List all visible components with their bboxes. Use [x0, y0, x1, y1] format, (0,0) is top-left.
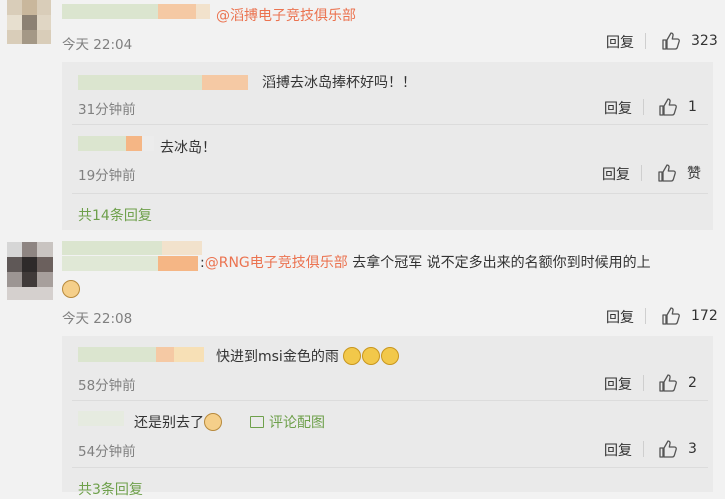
thumbs-up-icon [658, 373, 678, 393]
avatar[interactable] [7, 0, 51, 44]
more-replies-link[interactable]: 共3条回复 [78, 479, 143, 499]
like-count: 2 [688, 375, 697, 391]
username-blurred[interactable] [78, 411, 124, 426]
divider [72, 400, 708, 401]
reply-body: 快进到msi金色的雨 [216, 349, 339, 365]
comment-text: :@RNG电子竞技俱乐部 去拿个冠军 说不定多出来的名额你到时候用的上 [200, 252, 651, 272]
username-blurred [174, 347, 204, 362]
mention-link[interactable]: @RNG电子竞技俱乐部 [205, 255, 348, 271]
reply-text: 快进到msi金色的雨 [216, 346, 400, 366]
avatar[interactable] [7, 242, 53, 300]
crying-emoji-icon [381, 347, 400, 365]
thumbs-up-icon [661, 31, 681, 51]
username-blurred [156, 347, 174, 362]
username-blurred[interactable] [62, 4, 158, 19]
mention-link[interactable]: @滔搏电子竞技俱乐部 [216, 5, 356, 25]
like-button[interactable]: 2 [658, 373, 697, 393]
reply-text: 去冰岛！ [160, 140, 216, 156]
divider [72, 124, 708, 125]
like-count: 3 [688, 441, 697, 457]
doge-emoji-icon [62, 280, 81, 298]
username-blurred [126, 136, 142, 151]
like-button[interactable]: 323 [661, 31, 718, 51]
divider [641, 165, 642, 181]
doge-emoji-icon [204, 413, 222, 431]
reply-timestamp: 31分钟前 [78, 102, 136, 118]
reply-timestamp: 58分钟前 [78, 378, 136, 394]
like-count: 323 [691, 33, 718, 49]
username-blurred[interactable] [78, 136, 126, 151]
thumbs-up-icon [661, 306, 681, 326]
thumbs-up-icon [657, 163, 677, 183]
reply-button[interactable]: 回复 [604, 374, 632, 394]
image-icon [250, 416, 264, 428]
more-replies-link[interactable]: 共14条回复 [78, 205, 152, 225]
like-count: 1 [688, 99, 697, 115]
reply-button[interactable]: 回复 [604, 440, 632, 460]
reply-timestamp: 19分钟前 [78, 168, 136, 184]
thumbs-up-icon [658, 97, 678, 117]
username-blurred[interactable] [78, 347, 156, 362]
comment-body: 去拿个冠军 说不定多出来的名额你到时候用的上 [347, 255, 651, 271]
username-blurred [158, 4, 196, 19]
reply-text: 还是别去了 [134, 412, 223, 432]
username-blurred[interactable] [62, 256, 158, 271]
like-button[interactable]: 172 [661, 306, 718, 326]
comment-image-link[interactable]: 评论配图 [250, 412, 325, 432]
divider [643, 99, 644, 115]
divider [643, 441, 644, 457]
divider [645, 33, 646, 49]
reply-button[interactable]: 回复 [604, 98, 632, 118]
like-button[interactable]: 1 [658, 97, 697, 117]
like-button[interactable]: 赞 [657, 163, 701, 183]
reply-button[interactable]: 回复 [606, 307, 634, 327]
comment-image-label: 评论配图 [269, 415, 325, 431]
reply-timestamp: 54分钟前 [78, 444, 136, 460]
reply-body: 还是别去了 [134, 415, 204, 431]
username-blurred[interactable] [78, 75, 202, 90]
comment-timestamp: 今天 22:04 [62, 37, 133, 53]
divider [72, 467, 708, 468]
username-blurred [162, 241, 202, 255]
username-blurred [202, 75, 248, 90]
username-blurred[interactable] [62, 241, 162, 255]
like-button[interactable]: 3 [658, 439, 697, 459]
thumbs-up-icon [658, 439, 678, 459]
like-count: 赞 [687, 166, 701, 182]
username-blurred [142, 136, 154, 151]
divider [643, 375, 644, 391]
like-count: 172 [691, 308, 718, 324]
reply-text: 滔搏去冰岛捧杯好吗！！ [262, 75, 416, 91]
crying-emoji-icon [362, 347, 381, 365]
crying-emoji-icon [343, 347, 362, 365]
divider [645, 308, 646, 324]
username-blurred [196, 4, 210, 19]
comment-timestamp: 今天 22:08 [62, 311, 133, 327]
reply-button[interactable]: 回复 [606, 32, 634, 52]
divider [72, 193, 708, 194]
reply-button[interactable]: 回复 [602, 164, 630, 184]
username-blurred [158, 256, 198, 271]
